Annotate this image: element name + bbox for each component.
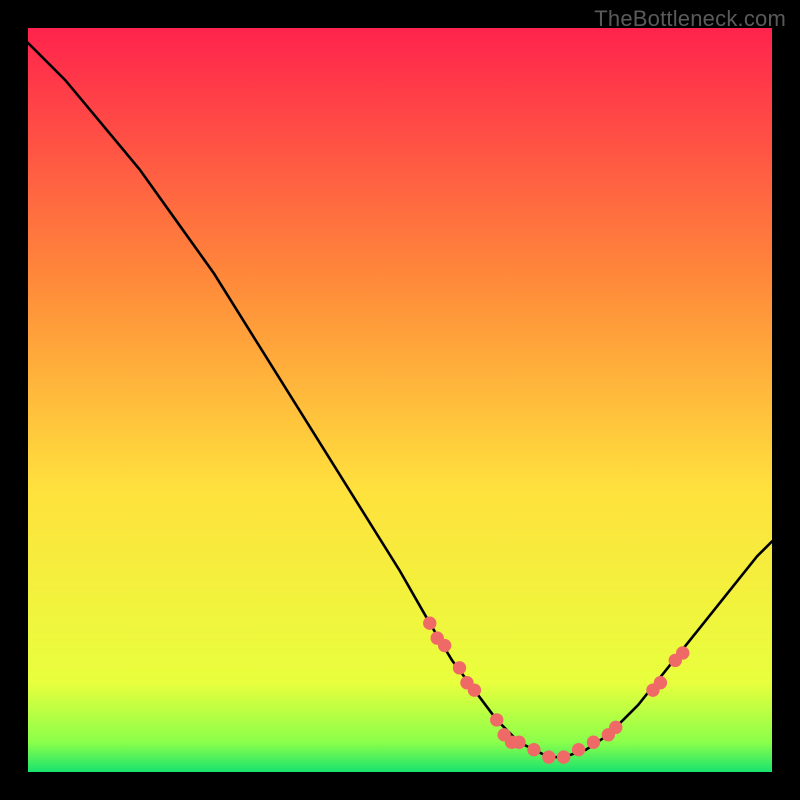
highlight-dot: [468, 683, 481, 696]
highlight-dot: [572, 743, 585, 756]
highlight-dots: [423, 617, 689, 764]
highlight-dot: [453, 661, 466, 674]
highlight-dot: [542, 750, 555, 763]
bottleneck-curve: [28, 43, 772, 757]
highlight-dot: [557, 750, 570, 763]
highlight-dot: [587, 736, 600, 749]
highlight-dot: [609, 721, 622, 734]
curve-layer: [28, 28, 772, 772]
highlight-dot: [676, 646, 689, 659]
highlight-dot: [654, 676, 667, 689]
highlight-dot: [512, 736, 525, 749]
highlight-dot: [490, 713, 503, 726]
plot-area: [28, 28, 772, 772]
chart-frame: TheBottleneck.com: [0, 0, 800, 800]
highlight-dot: [527, 743, 540, 756]
highlight-dot: [438, 639, 451, 652]
highlight-dot: [423, 617, 436, 630]
